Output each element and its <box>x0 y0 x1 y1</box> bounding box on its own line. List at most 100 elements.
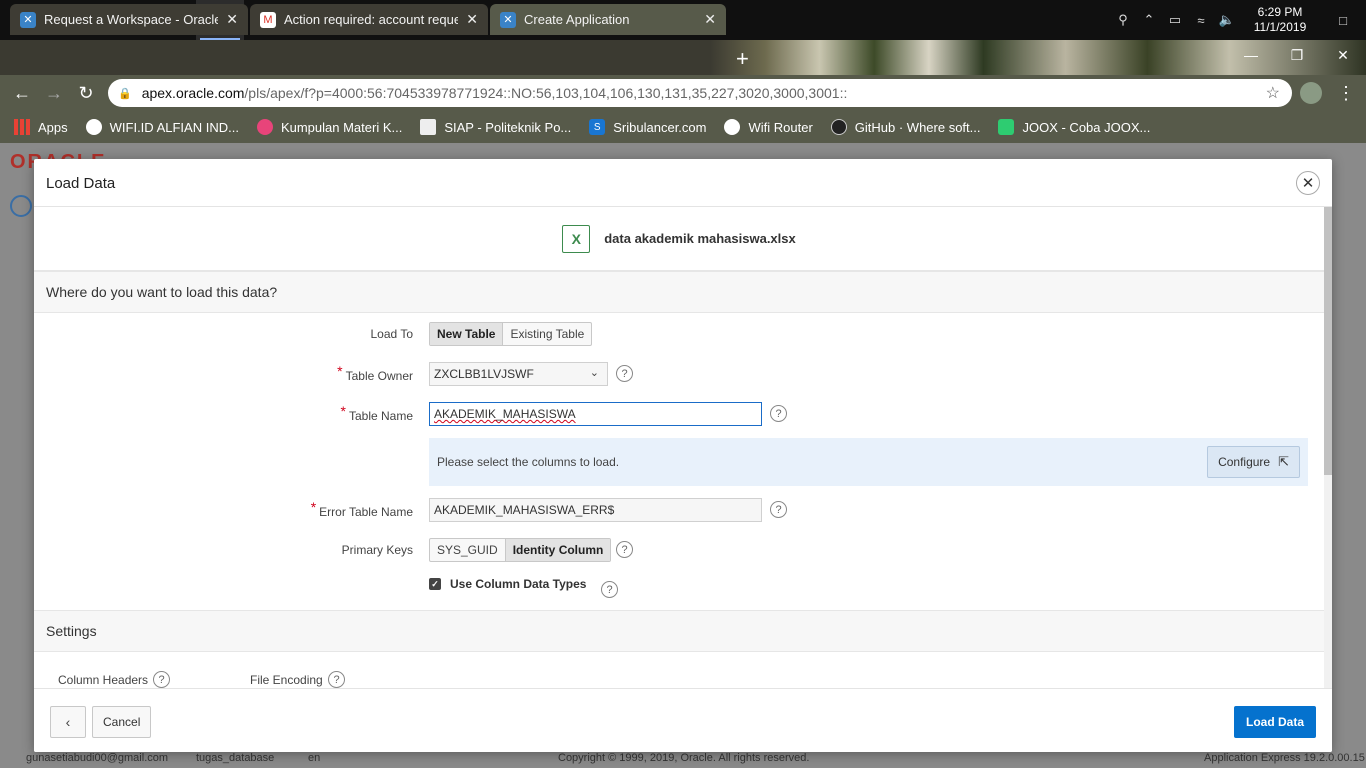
bookmark-github[interactable]: GitHub · Where soft... <box>830 119 980 135</box>
columns-info-box: Please select the columns to load. Confi… <box>429 438 1308 486</box>
excel-file-icon: X <box>562 224 591 253</box>
close-tab-icon[interactable]: ✕ <box>226 11 238 28</box>
bookmark-joox[interactable]: JOOX - Coba JOOX... <box>998 119 1150 135</box>
load-to-toggle: New Table Existing Table <box>429 322 593 346</box>
reload-icon[interactable]: ↻ <box>74 81 98 105</box>
columns-info-text: Please select the columns to load. <box>437 455 620 469</box>
primary-keys-toggle: SYS_GUID Identity Column <box>429 538 612 562</box>
site-icon <box>256 119 273 135</box>
sribulancer-icon: S <box>589 119 606 135</box>
people-icon[interactable]: ⚲ <box>1110 12 1136 28</box>
help-icon[interactable]: ? <box>770 405 787 422</box>
open-dialog-icon: ⇱ <box>1278 454 1289 469</box>
tab-create-application[interactable]: ✕ Create Application ✕ <box>490 4 726 35</box>
help-icon[interactable]: ? <box>601 581 618 598</box>
globe-icon <box>724 119 741 135</box>
wifi-icon[interactable]: ≈ <box>1188 13 1214 28</box>
error-table-input[interactable]: AKADEMIK_MAHASISWA_ERR$ <box>429 498 762 522</box>
github-icon <box>830 119 847 135</box>
close-tab-icon[interactable]: ✕ <box>466 11 478 28</box>
table-name-input[interactable]: AKADEMIK_MAHASISWA <box>429 402 762 426</box>
primary-keys-label: Primary Keys <box>341 543 413 557</box>
footer-version: Application Express 19.2.0.00.15 <box>1204 752 1365 764</box>
battery-icon[interactable]: ▭ <box>1162 12 1188 28</box>
help-icon[interactable]: ? <box>616 541 633 558</box>
settings-heading: Settings <box>34 610 1324 652</box>
load-data-button[interactable]: Load Data <box>1233 706 1316 738</box>
help-icon[interactable]: ? <box>328 671 345 688</box>
joox-icon <box>998 119 1015 135</box>
help-icon[interactable]: ? <box>153 671 170 688</box>
error-table-label: Error Table Name <box>234 503 413 519</box>
lock-icon[interactable]: 🔒 <box>118 87 132 100</box>
table-owner-select[interactable]: ZXCLBB1LVJSWF ⌄ <box>429 362 608 386</box>
dialog-footer: ‹ Cancel Load Data <box>34 688 1332 752</box>
tab-strip <box>0 40 1366 75</box>
gmail-icon: M <box>260 11 276 28</box>
new-table-option[interactable]: New Table <box>430 323 504 345</box>
new-tab-icon[interactable]: + <box>736 46 749 72</box>
bookmark-star-icon[interactable]: ☆ <box>1266 83 1280 103</box>
up-arrow-icon <box>10 195 32 217</box>
previous-button[interactable]: ‹ <box>50 706 86 738</box>
bookmark-kumpulan-materi[interactable]: Kumpulan Materi K... <box>256 119 402 135</box>
bookmark-apps[interactable]: Apps <box>14 119 68 135</box>
cancel-button[interactable]: Cancel <box>92 706 152 738</box>
forward-icon[interactable]: → <box>42 81 66 105</box>
volume-muted-icon[interactable]: 🔈 <box>1214 12 1240 28</box>
clock[interactable]: 6:29 PM 11/1/2019 <box>1240 5 1320 35</box>
close-tab-icon[interactable]: ✕ <box>704 11 716 28</box>
dialog-header: Load Data ✕ <box>34 159 1332 207</box>
table-owner-label: Table Owner <box>234 367 413 383</box>
tab-gmail[interactable]: M Action required: account request ✕ <box>250 4 488 35</box>
tab-request-workspace[interactable]: ✕ Request a Workspace - Oracle Ap ✕ <box>10 4 248 35</box>
close-icon[interactable]: ✕ <box>1296 171 1320 195</box>
identity-column-option[interactable]: Identity Column <box>504 539 611 561</box>
bookmark-siap[interactable]: SIAP - Politeknik Po... <box>420 119 571 135</box>
load-data-dialog: Load Data ✕ X data akademik mahasiswa.xl… <box>34 159 1332 752</box>
chevron-up-icon[interactable]: ⌃ <box>1136 12 1162 28</box>
load-target-heading: Where do you want to load this data? <box>34 271 1324 313</box>
table-name-label: Table Name <box>234 407 413 423</box>
help-icon[interactable]: ? <box>770 501 787 518</box>
profile-avatar[interactable] <box>1300 82 1322 104</box>
chevron-left-icon: ‹ <box>65 714 71 730</box>
close-window-icon[interactable]: ✕ <box>1320 40 1366 70</box>
notifications-icon[interactable]: □ <box>1320 13 1366 28</box>
bookmark-wifi-id[interactable]: WIFI.ID ALFIAN IND... <box>85 119 239 135</box>
url-path: /pls/apex/f?p=4000:56:704533978771924::N… <box>244 85 848 101</box>
url-host: apex.oracle.com <box>141 85 245 101</box>
apex-icon: ✕ <box>20 11 36 28</box>
sys-guid-option[interactable]: SYS_GUID <box>430 539 505 561</box>
dialog-title: Load Data <box>46 175 116 192</box>
column-headers-label: Column Headers <box>58 673 149 687</box>
bookmark-sribulancer[interactable]: S Sribulancer.com <box>589 119 706 135</box>
globe-icon <box>85 119 102 135</box>
file-encoding-label: File Encoding <box>250 673 323 687</box>
help-icon[interactable]: ? <box>616 365 633 382</box>
document-icon <box>420 119 437 135</box>
configure-button[interactable]: Configure ⇱ <box>1207 446 1300 478</box>
scrollbar-thumb[interactable] <box>1324 207 1332 475</box>
apex-icon: ✕ <box>500 11 516 28</box>
bookmark-wifi-router[interactable]: Wifi Router <box>724 119 813 135</box>
restore-icon[interactable]: ❐ <box>1274 40 1320 70</box>
file-info: X data akademik mahasiswa.xlsx <box>34 207 1324 271</box>
footer-copyright: Copyright © 1999, 2019, Oracle. All righ… <box>558 752 810 764</box>
footer-workspace: tugas_database <box>196 752 275 764</box>
apps-grid-icon <box>14 119 30 135</box>
system-tray: ⚲ ⌃ ▭ ≈ 🔈 6:29 PM 11/1/2019 □ <box>1110 0 1366 40</box>
dialog-scrollbar[interactable] <box>1324 207 1332 688</box>
browser-toolbar: ← → ↻ 🔒 apex.oracle.com/pls/apex/f?p=400… <box>0 75 1366 111</box>
file-name: data akademik mahasiswa.xlsx <box>604 231 796 246</box>
back-icon[interactable]: ← <box>10 81 34 105</box>
dialog-body: X data akademik mahasiswa.xlsx Where do … <box>34 207 1324 688</box>
menu-kebab-icon[interactable]: ⋮ <box>1334 81 1358 105</box>
use-column-data-types[interactable]: ✓ Use Column Data Types <box>429 577 586 591</box>
address-bar[interactable]: 🔒 apex.oracle.com/pls/apex/f?p=4000:56:7… <box>108 79 1292 107</box>
footer-email: gunasetiabudi00@gmail.com <box>26 752 169 764</box>
existing-table-option[interactable]: Existing Table <box>503 323 591 345</box>
checkbox-checked-icon[interactable]: ✓ <box>429 578 441 590</box>
minimize-icon[interactable]: — <box>1228 40 1274 70</box>
chevron-down-icon: ⌄ <box>589 367 599 379</box>
